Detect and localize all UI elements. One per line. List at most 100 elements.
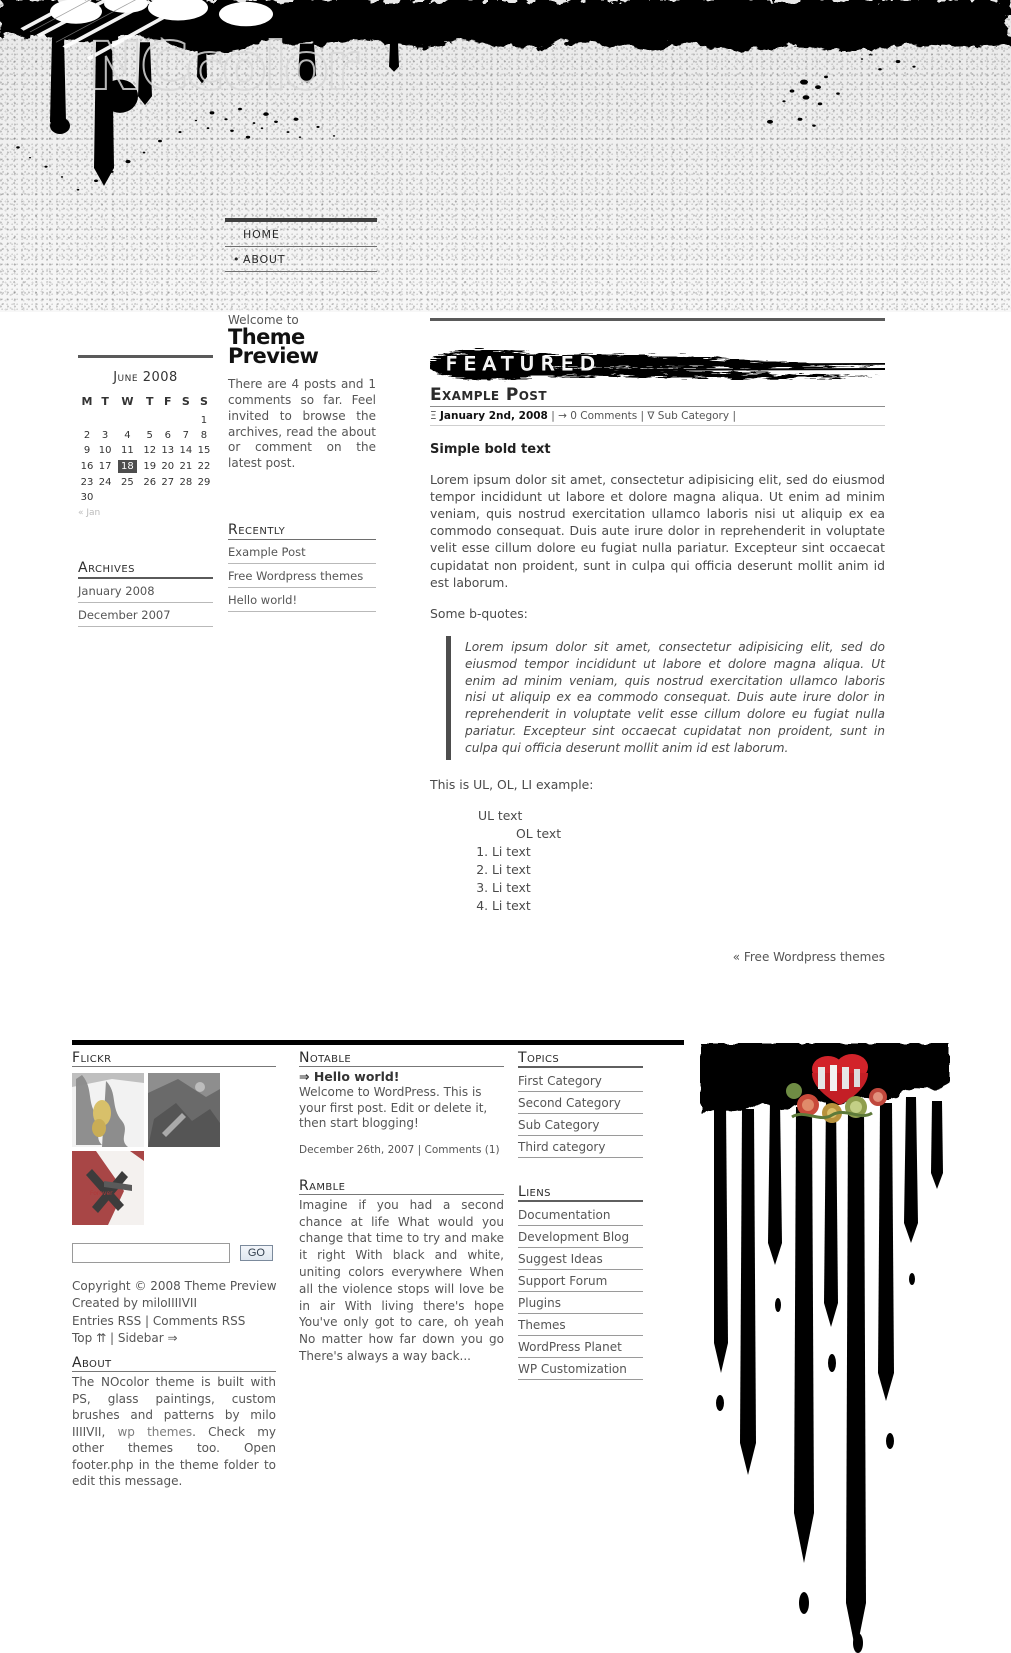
separator: | [109, 1331, 114, 1346]
calendar-day: 20 [161, 461, 175, 472]
list-item[interactable]: Example Post [228, 540, 376, 565]
list-item: UL text [478, 807, 523, 823]
notable-excerpt: Welcome to WordPress. This is your first… [299, 1085, 488, 1131]
notable-heading: Notable [299, 1050, 504, 1067]
calendar-day: 29 [197, 477, 211, 488]
nav-link-home[interactable]: HOME [225, 228, 377, 241]
lien-link[interactable]: Plugins [518, 1296, 561, 1310]
wp-themes-link[interactable]: wp themes [117, 1425, 192, 1439]
footer-column-about: About The NOcolor theme is built with PS… [72, 1355, 276, 1490]
list-item[interactable]: Development Blog [518, 1226, 643, 1248]
entries-rss-link[interactable]: Entries RSS [72, 1314, 141, 1328]
list-item[interactable]: Support Forum [518, 1270, 643, 1292]
folder-icon: ∇ [647, 410, 655, 422]
nav-link-about[interactable]: ABOUT [225, 253, 377, 266]
archives-widget: Archives January 2008 December 2007 [78, 560, 213, 627]
calendar-day: 26 [143, 477, 157, 488]
lien-link[interactable]: Themes [518, 1318, 566, 1332]
liens-heading: Liens [518, 1184, 643, 1202]
list-item[interactable]: January 2008 [78, 579, 213, 603]
list-item[interactable]: First Category [518, 1070, 643, 1092]
search-go-button[interactable]: GO [239, 1245, 273, 1261]
calendar-day [141, 490, 159, 505]
lien-link[interactable]: Support Forum [518, 1274, 607, 1288]
recently-list: Example Post Free Wordpress themes Hello… [228, 540, 376, 613]
list-item[interactable]: Third category [518, 1136, 643, 1158]
list-item[interactable]: Sub Category [518, 1114, 643, 1136]
post-paragraph: Lorem ipsum dolor sit amet, consectetur … [430, 472, 885, 590]
post-category-link[interactable]: Sub Category [658, 410, 729, 422]
list-item[interactable]: Themes [518, 1314, 643, 1336]
nav-item-about[interactable]: ABOUT [225, 247, 377, 272]
notable-date-comments: December 26th, 2007 | Comments (1) [299, 1143, 500, 1156]
flickr-thumbnail[interactable]: Forever [72, 1151, 144, 1225]
calendar-weekday: S [181, 395, 190, 408]
calendar-day: 4 [124, 430, 131, 441]
search-input[interactable] [72, 1243, 230, 1263]
flickr-thumbnail[interactable] [148, 1073, 220, 1147]
list-item[interactable]: December 2007 [78, 603, 213, 627]
calendar-prev-link[interactable]: « Jan [78, 505, 213, 518]
archives-heading: Archives [78, 560, 213, 579]
lien-link[interactable]: WordPress Planet [518, 1340, 622, 1354]
recent-post-link[interactable]: Free Wordpress themes [228, 569, 363, 583]
flickr-thumb-image-3: Forever [72, 1151, 144, 1225]
list-item[interactable]: Second Category [518, 1092, 643, 1114]
archive-link[interactable]: January 2008 [78, 584, 155, 598]
topic-link[interactable]: Second Category [518, 1096, 621, 1110]
sidebar-link[interactable]: Sidebar ⇒ [118, 1331, 178, 1345]
flickr-thumb-image-2 [148, 1073, 220, 1147]
list-item[interactable]: WordPress Planet [518, 1336, 643, 1358]
calendar-weekday: F [164, 395, 172, 408]
nav-item-home[interactable]: HOME [225, 222, 377, 247]
lien-link[interactable]: WP Customization [518, 1362, 627, 1376]
rss-links: Entries RSS | Comments RSS [72, 1313, 292, 1330]
list-item: Li text [492, 879, 885, 897]
post-comments-link[interactable]: 0 Comments [570, 410, 637, 422]
calendar-day-today: 18 [114, 458, 141, 475]
calendar-day: 7 [182, 430, 190, 441]
calendar-day: 12 [143, 445, 157, 456]
page-root: NCcolor HOME ABOUT June 2008 M T W [0, 0, 1011, 1653]
lien-link[interactable]: Suggest Ideas [518, 1252, 603, 1266]
calendar-day: 5 [146, 430, 153, 441]
list-item[interactable]: WP Customization [518, 1358, 643, 1380]
recently-heading: Recently [228, 522, 376, 541]
ordered-list: Li text Li text Li text Li text [430, 843, 885, 915]
post-title[interactable]: Example Post [430, 385, 885, 407]
post-blockquote: Lorem ipsum dolor sit amet, consectetur … [446, 635, 885, 760]
flickr-thumbnail[interactable] [72, 1073, 144, 1147]
calendar-day: 15 [197, 445, 211, 456]
list-item[interactable]: Plugins [518, 1292, 643, 1314]
list-item: Li text [492, 861, 885, 879]
recent-post-link[interactable]: Example Post [228, 545, 306, 559]
list-item[interactable]: Documentation [518, 1204, 643, 1226]
calendar-day: 13 [161, 445, 175, 456]
content-top-divider [430, 318, 885, 321]
topic-link[interactable]: First Category [518, 1074, 602, 1088]
list-item[interactable]: Free Wordpress themes [228, 564, 376, 589]
top-link[interactable]: Top ⇈ [72, 1331, 106, 1345]
archive-link[interactable]: December 2007 [78, 608, 171, 622]
footer-column-flickr: Flickr Forever [72, 1050, 276, 1228]
lien-link[interactable]: Documentation [518, 1208, 611, 1222]
post-body: Simple bold text Lorem ipsum dolor sit a… [430, 442, 885, 915]
about-text: The NOcolor theme is built with PS, glas… [72, 1374, 276, 1490]
topic-link[interactable]: Third category [518, 1140, 605, 1154]
list-item: OL text [516, 825, 562, 841]
footer-column-notable: Notable ⇒ Hello world! Welcome to WordPr… [299, 1050, 504, 1365]
notable-post-title[interactable]: ⇒ Hello world! [299, 1069, 504, 1084]
comments-rss-link[interactable]: Comments RSS [153, 1314, 245, 1328]
lien-link[interactable]: Development Blog [518, 1230, 629, 1244]
site-logo[interactable]: NCcolor [87, 27, 360, 106]
list-item[interactable]: Suggest Ideas [518, 1248, 643, 1270]
previous-post-link[interactable]: « Free Wordpress themes [733, 950, 885, 964]
recent-post-link[interactable]: Hello world! [228, 593, 297, 607]
topic-link[interactable]: Sub Category [518, 1118, 599, 1132]
calendar-week: 9 10 11 12 13 14 15 [78, 443, 213, 458]
calendar-icon: Ξ [430, 410, 437, 422]
unordered-list: UL text OL text [430, 807, 885, 843]
post-meta: Ξ January 2nd, 2008 | → 0 Comments | ∇ S… [430, 407, 885, 426]
list-item[interactable]: Hello world! [228, 588, 376, 613]
post-title-link[interactable]: Example Post [430, 385, 547, 405]
